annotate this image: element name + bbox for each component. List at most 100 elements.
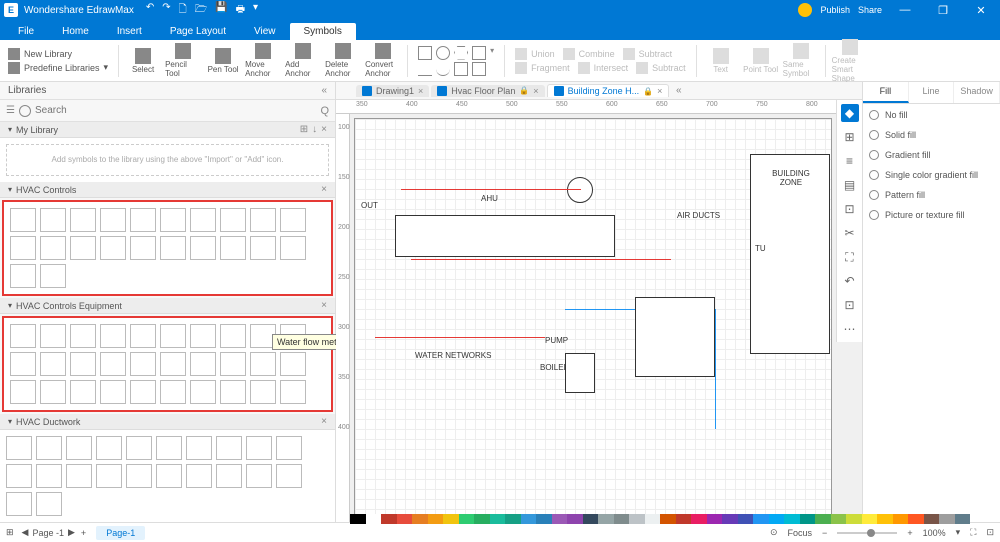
symbol-item[interactable] xyxy=(10,380,36,404)
color-swatch[interactable] xyxy=(784,514,800,524)
symbol-item[interactable] xyxy=(280,380,306,404)
color-swatch[interactable] xyxy=(924,514,940,524)
picture-fill-option[interactable]: Picture or texture fill xyxy=(869,210,994,220)
symbol-item[interactable] xyxy=(190,208,216,232)
color-swatch[interactable] xyxy=(707,514,723,524)
symbol-item[interactable] xyxy=(220,208,246,232)
color-swatch[interactable] xyxy=(846,514,862,524)
symbol-item[interactable] xyxy=(160,208,186,232)
color-swatch[interactable] xyxy=(521,514,537,524)
symbol-item[interactable] xyxy=(126,464,152,488)
shape-hexagon[interactable] xyxy=(454,46,468,60)
shape-curve[interactable] xyxy=(454,62,468,76)
symbol-item[interactable] xyxy=(40,264,66,288)
symbol-item[interactable] xyxy=(70,324,96,348)
symbol-item[interactable] xyxy=(66,464,92,488)
add-icon[interactable]: ⊞ xyxy=(300,124,308,135)
add-anchor-tool[interactable]: Add Anchor xyxy=(285,43,321,78)
union-button[interactable]: Union xyxy=(515,48,555,60)
symbol-item[interactable] xyxy=(186,464,212,488)
color-swatch[interactable] xyxy=(722,514,738,524)
symbol-item[interactable] xyxy=(36,464,62,488)
symbol-item[interactable] xyxy=(96,464,122,488)
symbol-item[interactable] xyxy=(100,324,126,348)
doc-tab-drawing1[interactable]: Drawing1× xyxy=(356,85,429,97)
symbol-item[interactable] xyxy=(216,436,242,460)
side-text-icon[interactable]: ≡ xyxy=(841,152,859,170)
share-button[interactable]: Share xyxy=(858,5,882,15)
color-swatch[interactable] xyxy=(567,514,583,524)
symbol-item[interactable] xyxy=(130,236,156,260)
color-swatch[interactable] xyxy=(955,514,971,524)
symbol-item[interactable] xyxy=(40,236,66,260)
color-swatch[interactable] xyxy=(505,514,521,524)
color-swatch[interactable] xyxy=(753,514,769,524)
symbol-item[interactable] xyxy=(130,208,156,232)
color-swatch[interactable] xyxy=(614,514,630,524)
page-prev-icon[interactable]: ◀ xyxy=(22,527,29,538)
color-swatch[interactable] xyxy=(536,514,552,524)
pen-tool[interactable]: Pen Tool xyxy=(205,48,241,74)
redo-icon[interactable]: ↷ xyxy=(162,2,170,19)
qat-dropdown-icon[interactable]: ▾ xyxy=(253,2,258,19)
side-crop-icon[interactable]: ✂ xyxy=(841,224,859,242)
library-scroll[interactable]: ▾ My Library ⊞↓× Add symbols to the libr… xyxy=(0,122,335,522)
symbol-item[interactable] xyxy=(250,380,276,404)
symbol-item[interactable] xyxy=(280,352,306,376)
symbol-item[interactable] xyxy=(160,236,186,260)
side-more-icon[interactable]: ⋯ xyxy=(841,320,859,338)
symbol-item[interactable] xyxy=(40,352,66,376)
fill-tab[interactable]: Fill xyxy=(863,82,909,103)
point-tool[interactable]: Point Tool xyxy=(743,48,779,74)
shape-line[interactable] xyxy=(418,62,432,76)
symbol-item[interactable] xyxy=(40,324,66,348)
symbol-item[interactable] xyxy=(130,352,156,376)
close-icon[interactable]: ✕ xyxy=(966,4,996,17)
tab-file[interactable]: File xyxy=(4,23,48,40)
color-swatch[interactable] xyxy=(366,514,382,524)
color-swatch[interactable] xyxy=(939,514,955,524)
hamburger-icon[interactable]: ☰ xyxy=(6,105,15,116)
symbol-item[interactable] xyxy=(40,380,66,404)
hvac-ductwork-header[interactable]: ▾ HVAC Ductwork × xyxy=(0,414,335,430)
close-section-icon[interactable]: × xyxy=(321,300,327,311)
symbol-item[interactable] xyxy=(250,236,276,260)
color-swatch[interactable] xyxy=(660,514,676,524)
gradient-fill-option[interactable]: Gradient fill xyxy=(869,150,994,160)
symbol-item[interactable] xyxy=(190,352,216,376)
delete-anchor-tool[interactable]: Delete Anchor xyxy=(325,43,361,78)
color-swatch[interactable] xyxy=(738,514,754,524)
symbol-item[interactable] xyxy=(10,264,36,288)
color-swatch[interactable] xyxy=(629,514,645,524)
color-swatch[interactable] xyxy=(381,514,397,524)
grid-toggle-icon[interactable]: ⊞ xyxy=(6,527,14,538)
symbol-item[interactable] xyxy=(36,436,62,460)
color-swatch[interactable] xyxy=(490,514,506,524)
tab-view[interactable]: View xyxy=(240,23,290,40)
color-swatch[interactable] xyxy=(877,514,893,524)
symbol-item[interactable] xyxy=(10,236,36,260)
symbol-item[interactable] xyxy=(160,380,186,404)
zoom-in-icon[interactable]: + xyxy=(907,528,912,538)
symbol-item[interactable] xyxy=(36,492,62,516)
symbol-item[interactable] xyxy=(10,208,36,232)
zone-box[interactable] xyxy=(635,297,715,377)
page-tab[interactable]: Page-1 xyxy=(96,526,145,540)
canvas[interactable]: OUT AHU BUILDING ZONE AIR DUCTS TU PUMP … xyxy=(354,118,832,518)
symbol-item[interactable] xyxy=(100,352,126,376)
pattern-fill-option[interactable]: Pattern fill xyxy=(869,190,994,200)
symbol-item[interactable] xyxy=(246,464,272,488)
zoom-dropdown-icon[interactable]: ▾ xyxy=(956,527,961,538)
new-library-button[interactable]: New Library xyxy=(8,48,108,60)
color-swatch[interactable] xyxy=(552,514,568,524)
solid-fill-option[interactable]: Solid fill xyxy=(869,130,994,140)
shapes-more-icon[interactable]: ▾ xyxy=(490,46,494,60)
symbol-item[interactable] xyxy=(190,380,216,404)
symbol-item[interactable] xyxy=(100,236,126,260)
color-swatch[interactable] xyxy=(769,514,785,524)
minimize-icon[interactable]: — xyxy=(890,4,920,16)
search-input[interactable] xyxy=(35,105,320,116)
symbol-item[interactable] xyxy=(100,208,126,232)
symbol-item[interactable] xyxy=(160,324,186,348)
symbol-item[interactable] xyxy=(10,324,36,348)
